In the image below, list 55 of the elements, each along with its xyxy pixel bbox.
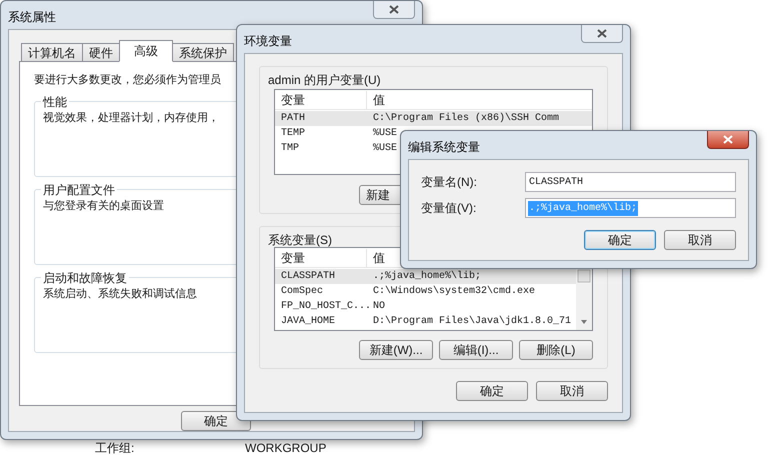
list-row[interactable]: ComSpec C:\Windows\system32\cmd.exe (275, 284, 576, 299)
variable-value: %USE (372, 142, 398, 156)
tab[interactable]: 高级 (119, 40, 173, 62)
window-title: 系统属性 (8, 9, 56, 26)
variable-name: FP_NO_HOST_C... (280, 300, 367, 314)
column-header[interactable]: 值 (367, 90, 592, 108)
group-description: 系统启动、系统失败和调试信息 (43, 286, 197, 302)
group-description: 与您登录有关的桌面设置 (43, 198, 164, 214)
group-title: admin 的用户变量(U) (268, 72, 381, 89)
dialog-button[interactable]: 编辑(I)... (439, 340, 513, 360)
variable-value: .;%java_home%\lib; (372, 270, 482, 284)
variable-value: C:\Windows\system32\cmd.exe (372, 284, 536, 299)
variable-name: PATH (280, 112, 306, 126)
close-icon (389, 5, 399, 14)
variable-value: D:\Program Files\Java\jdk1.8.0_71 (372, 314, 572, 329)
tab[interactable]: 计算机名 (21, 43, 83, 62)
input-field[interactable]: CLASSPATH (525, 172, 736, 192)
close-button[interactable] (581, 25, 623, 43)
variable-value: NO (372, 300, 386, 314)
group-title: 系统变量(S) (268, 232, 332, 249)
dialog-button[interactable]: 删除(L) (519, 340, 593, 360)
list-row[interactable]: FP_NO_HOST_C... NO (275, 299, 576, 314)
dialog-button[interactable]: 确定 (584, 230, 656, 250)
dialog-button[interactable]: 取消 (664, 230, 736, 250)
scrollbar-drawing[interactable] (576, 268, 592, 330)
variable-name: ComSpec (280, 285, 324, 299)
variable-name: TMP (280, 142, 300, 156)
list-row[interactable]: PATH C:\Program Files (x86)\SSH Comm (275, 111, 592, 126)
admin-notice: 要进行大多数更改，您必须作为管理员 (34, 72, 221, 88)
tab[interactable]: 系统保护 (172, 43, 234, 62)
dialog-button[interactable]: 确定 (181, 411, 251, 431)
dialog-button[interactable]: 取消 (536, 381, 608, 401)
variable-value: C:\Program Files (x86)\SSH Comm (372, 112, 560, 126)
close-icon (723, 135, 733, 144)
close-button[interactable] (373, 1, 415, 19)
list-row[interactable]: CLASSPATH .;%java_home%\lib; (275, 269, 576, 284)
variable-value: %USE (372, 127, 398, 141)
window-title: 编辑系统变量 (408, 139, 480, 156)
group-description: 视觉效果，处理器计划，内存使用， (43, 110, 219, 126)
tab[interactable]: 硬件 (82, 43, 120, 62)
close-button[interactable] (707, 131, 749, 149)
column-header[interactable]: 变量 (275, 248, 367, 266)
dialog-button[interactable]: 确定 (456, 381, 528, 401)
group-title: 用户配置文件 (41, 180, 117, 198)
list-row[interactable]: JAVA_HOME D:\Program Files\Java\jdk1.8.0_71 (275, 314, 576, 329)
window-title: 环境变量 (244, 33, 292, 50)
dialog-button[interactable]: 新建(W)... (359, 340, 433, 360)
variable-name: CLASSPATH (280, 270, 336, 284)
workgroup-label: 工作组: (95, 440, 134, 455)
close-icon (597, 29, 607, 38)
workgroup-value: WORKGROUP (245, 440, 326, 455)
column-header[interactable]: 变量 (275, 90, 367, 108)
variable-name: TEMP (280, 127, 306, 141)
group-title: 启动和故障恢复 (41, 268, 129, 286)
variable-name: JAVA_HOME (280, 315, 336, 329)
